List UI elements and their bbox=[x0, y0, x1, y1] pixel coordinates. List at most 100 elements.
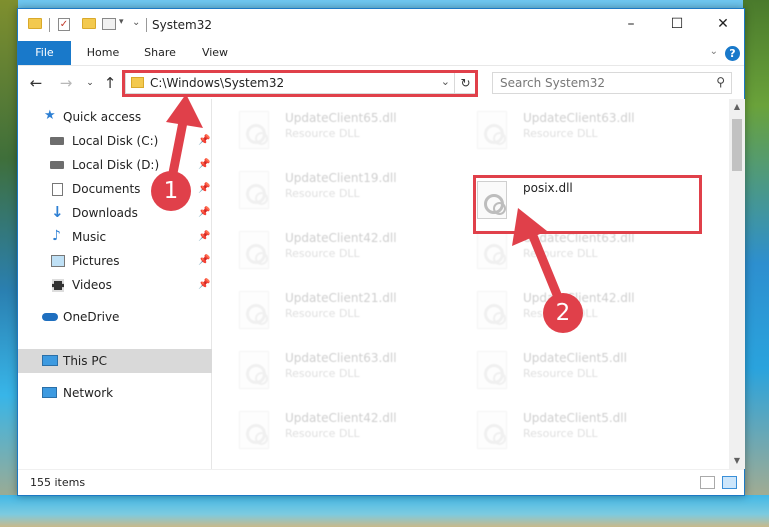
back-arrow-icon[interactable]: ← bbox=[26, 73, 46, 93]
file-item[interactable]: UpdateClient63.dll Resource DLL bbox=[239, 349, 469, 397]
separator bbox=[146, 18, 147, 32]
sidebar-item-label: This PC bbox=[63, 354, 107, 368]
tab-home[interactable]: Home bbox=[78, 41, 128, 65]
videos-icon bbox=[52, 279, 64, 292]
folder-icon bbox=[28, 18, 42, 29]
tab-share[interactable]: Share bbox=[134, 41, 186, 65]
folder-icon bbox=[131, 77, 144, 88]
sidebar-item-music[interactable]: ♪ Music 📌 bbox=[18, 225, 212, 249]
file-name: UpdateClient63.dll bbox=[523, 231, 635, 245]
desktop-wallpaper-left bbox=[0, 0, 18, 527]
sidebar-item-label: Documents bbox=[72, 182, 141, 196]
file-item[interactable]: UpdateClient42.dll Resource DLL bbox=[239, 409, 469, 457]
search-icon[interactable]: ⚲ bbox=[716, 75, 725, 89]
title-bar: ✓ ▾ ⌄ System32 – ☐ ✕ bbox=[18, 9, 744, 41]
recent-locations-chevron-icon[interactable]: ⌄ bbox=[80, 73, 100, 93]
file-type: Resource DLL bbox=[523, 247, 598, 260]
dll-file-icon bbox=[239, 171, 269, 209]
sidebar-item-label: Pictures bbox=[72, 254, 120, 268]
file-item[interactable]: UpdateClient42.dll Resource DLL bbox=[477, 289, 707, 337]
refresh-icon[interactable]: ↻ bbox=[454, 73, 476, 93]
qat-dropdown-icon[interactable]: ▾ bbox=[119, 17, 124, 27]
music-icon: ♪ bbox=[52, 228, 61, 244]
file-type: Resource DLL bbox=[285, 427, 360, 440]
maximize-button[interactable]: ☐ bbox=[654, 9, 700, 39]
help-icon[interactable]: ? bbox=[725, 46, 740, 61]
pin-icon[interactable]: 📌 bbox=[198, 201, 210, 225]
sidebar-item-onedrive[interactable]: OneDrive bbox=[18, 305, 212, 329]
sidebar-item-videos[interactable]: Videos 📌 bbox=[18, 273, 212, 297]
computer-icon bbox=[42, 355, 58, 366]
sidebar-item-label: Local Disk (C:) bbox=[72, 134, 159, 148]
desktop-wallpaper-right bbox=[743, 0, 769, 527]
vertical-scrollbar[interactable]: ▲ ▼ bbox=[729, 99, 745, 469]
tab-view[interactable]: View bbox=[192, 41, 238, 65]
sidebar-item-label: Music bbox=[72, 230, 107, 244]
drive-icon bbox=[50, 161, 64, 169]
sidebar-item-network[interactable]: Network bbox=[18, 381, 212, 405]
dll-file-icon bbox=[477, 111, 507, 149]
file-item[interactable]: UpdateClient5.dll Resource DLL bbox=[477, 349, 707, 397]
navigation-pane: ★ Quick access Local Disk (C:) 📌 Local D… bbox=[18, 99, 212, 469]
file-item[interactable]: UpdateClient65.dll Resource DLL bbox=[239, 109, 469, 157]
pin-icon[interactable]: 📌 bbox=[198, 153, 210, 177]
close-button[interactable]: ✕ bbox=[700, 9, 746, 39]
file-item[interactable]: UpdateClient63.dll Resource DLL bbox=[477, 109, 707, 157]
search-placeholder: Search System32 bbox=[500, 76, 606, 90]
address-dropdown-icon[interactable]: ⌄ bbox=[441, 75, 450, 88]
file-name: UpdateClient21.dll bbox=[285, 291, 397, 305]
file-type: Resource DLL bbox=[523, 127, 598, 140]
file-explorer-window: ✓ ▾ ⌄ System32 – ☐ ✕ File Home Share Vie… bbox=[17, 8, 745, 496]
file-type: Resource DLL bbox=[285, 247, 360, 260]
expand-ribbon-icon[interactable]: ⌄ bbox=[710, 46, 718, 57]
sidebar-item-quick-access[interactable]: ★ Quick access bbox=[18, 105, 212, 129]
details-view-icon[interactable] bbox=[700, 476, 715, 489]
search-box[interactable]: Search System32 ⚲ bbox=[492, 72, 732, 94]
new-folder-icon[interactable] bbox=[82, 18, 96, 29]
file-item[interactable]: UpdateClient42.dll Resource DLL bbox=[239, 229, 469, 277]
downloads-icon: ↓ bbox=[51, 203, 64, 221]
minimize-button[interactable]: – bbox=[608, 9, 654, 39]
file-type: Resource DLL bbox=[523, 367, 598, 380]
file-item[interactable]: UpdateClient21.dll Resource DLL bbox=[239, 289, 469, 337]
scrollbar-thumb[interactable] bbox=[732, 119, 742, 171]
tab-file[interactable]: File bbox=[18, 41, 71, 65]
sidebar-item-label: Quick access bbox=[63, 110, 142, 124]
dll-file-icon bbox=[477, 231, 507, 269]
properties-check-icon[interactable]: ✓ bbox=[58, 18, 70, 31]
sidebar-item-label: Local Disk (D:) bbox=[72, 158, 160, 172]
pin-icon[interactable]: 📌 bbox=[198, 273, 210, 297]
sidebar-item-local-disk-c[interactable]: Local Disk (C:) 📌 bbox=[18, 129, 212, 153]
sidebar-item-label: Videos bbox=[72, 278, 112, 292]
file-item[interactable]: UpdateClient5.dll Resource DLL bbox=[477, 409, 707, 457]
sidebar-item-label: OneDrive bbox=[63, 310, 120, 324]
address-bar[interactable]: C:\Windows\System32 ⌄ ↻ bbox=[125, 72, 477, 94]
file-name: UpdateClient65.dll bbox=[285, 111, 397, 125]
large-icons-view-icon[interactable] bbox=[722, 476, 737, 489]
step-badge-1: 1 bbox=[151, 171, 191, 211]
pin-icon[interactable]: 📌 bbox=[198, 129, 210, 153]
dll-file-icon bbox=[239, 111, 269, 149]
dll-file-icon bbox=[477, 411, 507, 449]
sidebar-item-local-disk-d[interactable]: Local Disk (D:) 📌 bbox=[18, 153, 212, 177]
sidebar-item-this-pc[interactable]: This PC bbox=[18, 349, 212, 373]
forward-arrow-icon[interactable]: → bbox=[56, 73, 76, 93]
pin-icon[interactable]: 📌 bbox=[198, 249, 210, 273]
pin-icon[interactable]: 📌 bbox=[198, 177, 210, 201]
file-type: Resource DLL bbox=[523, 427, 598, 440]
customize-toolbar-icon[interactable] bbox=[102, 18, 116, 30]
scroll-down-arrow-icon[interactable]: ▼ bbox=[729, 453, 745, 469]
sidebar-item-pictures[interactable]: Pictures 📌 bbox=[18, 249, 212, 273]
drive-icon bbox=[50, 137, 64, 145]
up-arrow-icon[interactable]: ↑ bbox=[100, 73, 120, 93]
address-path[interactable]: C:\Windows\System32 bbox=[150, 76, 284, 90]
dll-file-icon bbox=[477, 351, 507, 389]
file-item[interactable]: UpdateClient63.dll Resource DLL bbox=[477, 229, 707, 277]
posix-dll-file[interactable]: posix.dll bbox=[477, 179, 707, 227]
dll-file-icon bbox=[239, 291, 269, 329]
scroll-up-arrow-icon[interactable]: ▲ bbox=[729, 99, 745, 115]
file-item[interactable]: UpdateClient19.dll Resource DLL bbox=[239, 169, 469, 217]
qat-customize-icon[interactable]: ⌄ bbox=[132, 17, 140, 28]
pin-icon[interactable]: 📌 bbox=[198, 225, 210, 249]
file-list: UpdateClient65.dll Resource DLL UpdateCl… bbox=[213, 99, 729, 469]
